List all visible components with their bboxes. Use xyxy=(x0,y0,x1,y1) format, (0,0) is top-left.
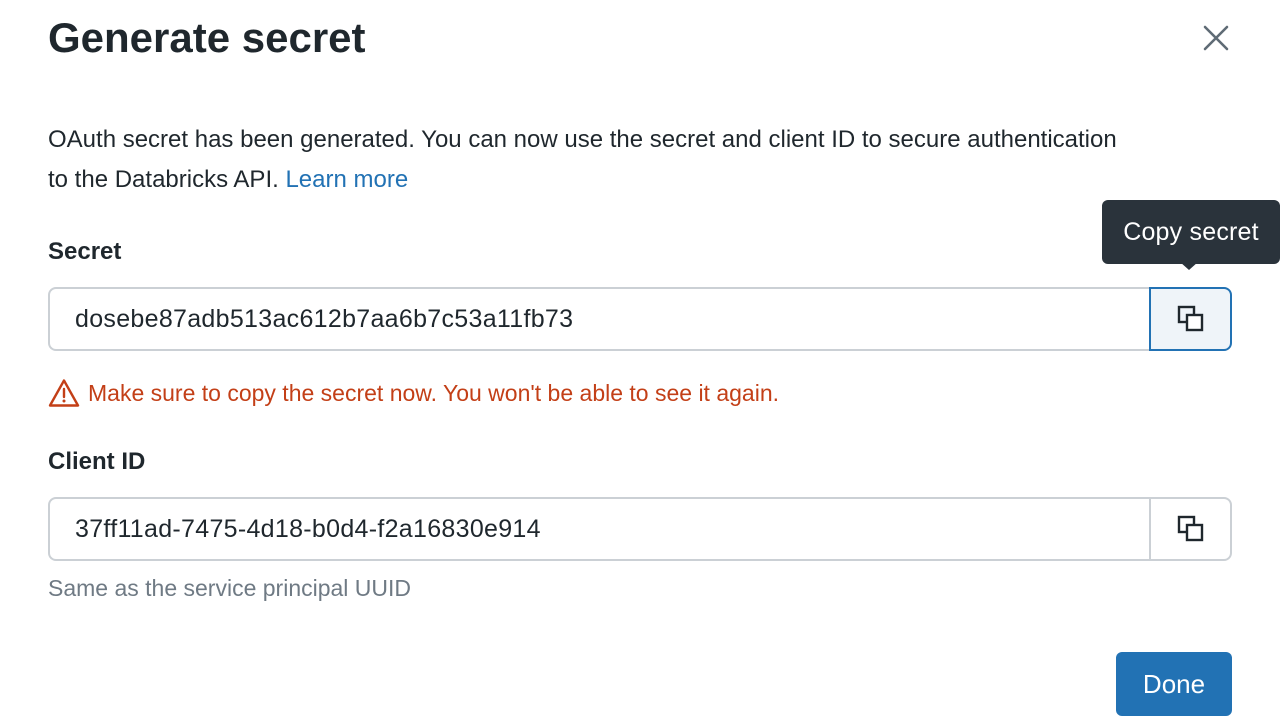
copy-client-id-button[interactable] xyxy=(1149,497,1232,561)
copy-warning: Make sure to copy the secret now. You wo… xyxy=(48,376,779,410)
client-id-label: Client ID xyxy=(48,448,146,475)
secret-input[interactable]: dosebe87adb513ac612b7aa6b7c53a11fb73 xyxy=(48,287,1149,351)
client-id-hint: Same as the service principal UUID xyxy=(48,575,412,601)
generate-secret-dialog: Generate secret OAuth secret has been ge… xyxy=(0,0,1280,728)
secret-label: Secret xyxy=(48,238,122,265)
copy-icon xyxy=(1177,305,1203,332)
learn-more-link[interactable]: Learn more xyxy=(285,166,408,193)
dialog-description: OAuth secret has been generated. You can… xyxy=(48,120,1128,200)
client-id-input[interactable]: 37ff11ad-7475-4d18-b0d4-f2a16830e914 xyxy=(48,497,1149,561)
done-button[interactable]: Done xyxy=(1116,652,1232,716)
warning-triangle-icon xyxy=(48,379,80,407)
warning-text: Make sure to copy the secret now. You wo… xyxy=(88,380,779,406)
dialog-title: Generate secret xyxy=(48,14,366,61)
client-id-field-group: 37ff11ad-7475-4d18-b0d4-f2a16830e914 xyxy=(48,497,1232,561)
copy-icon xyxy=(1177,515,1203,542)
close-icon xyxy=(1203,25,1229,51)
secret-field-group: dosebe87adb513ac612b7aa6b7c53a11fb73 xyxy=(48,287,1232,351)
close-button[interactable] xyxy=(1196,18,1236,58)
copy-secret-tooltip: Copy secret xyxy=(1102,200,1280,264)
description-text: OAuth secret has been generated. You can… xyxy=(48,126,1117,193)
tooltip-arrow xyxy=(1180,262,1198,270)
copy-secret-button[interactable] xyxy=(1149,287,1232,351)
